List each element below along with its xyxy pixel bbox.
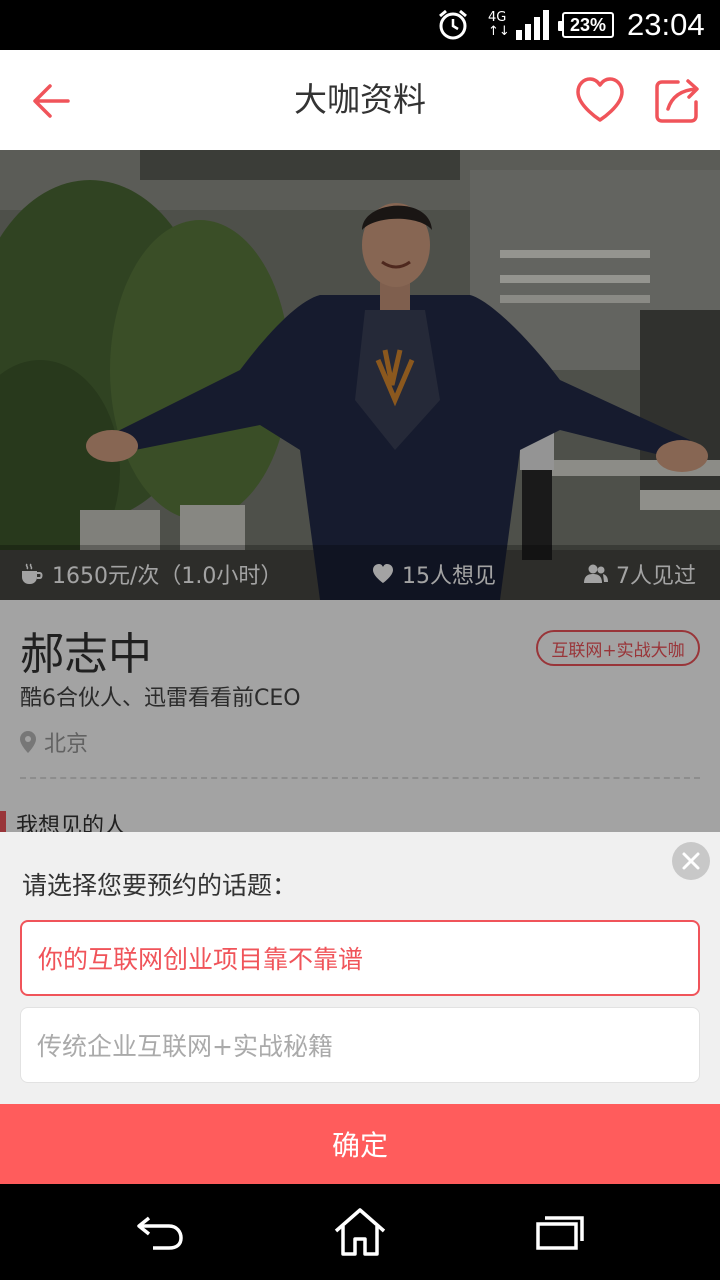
nav-recent-button[interactable] [530,1202,590,1262]
topic-option[interactable]: 传统企业互联网+实战秘籍 [20,1007,700,1083]
alarm-icon [436,0,470,50]
nav-home-button[interactable] [330,1202,390,1262]
arrow-left-icon [33,84,70,118]
heart-icon [576,77,624,122]
network-indicator: 4G ↑↓ [486,0,552,50]
recent-apps-icon [536,1216,584,1250]
back-nav-icon [137,1216,183,1250]
network-arrows: ↑↓ [488,24,510,39]
share-icon [655,79,699,123]
app-header: 大咖资料 [0,50,720,150]
nav-back-button[interactable] [130,1202,190,1262]
modal-backdrop[interactable] [0,150,720,832]
topic-selection-sheet: 请选择您要预约的话题： 你的互联网创业项目靠不靠谱 传统企业互联网+实战秘籍 确… [0,832,720,1184]
close-button[interactable] [672,842,710,880]
battery-indicator: 23% [558,0,618,50]
close-icon [682,852,700,870]
confirm-button[interactable]: 确定 [0,1104,720,1184]
home-icon [334,1208,386,1256]
battery-icon: 23% [558,12,614,38]
topic-option-selected[interactable]: 你的互联网创业项目靠不靠谱 [20,920,700,996]
sheet-prompt: 请选择您要预约的话题： [22,871,298,900]
back-button[interactable] [28,78,74,124]
status-time: 23:04 [627,7,705,42]
network-type: 4G [488,10,507,25]
share-button[interactable] [652,76,702,126]
status-bar: 4G ↑↓ 23% 23:04 [0,0,720,50]
signal-icon [516,10,549,40]
battery-level: 23% [569,14,607,35]
system-nav-bar [0,1184,720,1280]
favorite-button[interactable] [574,76,626,124]
